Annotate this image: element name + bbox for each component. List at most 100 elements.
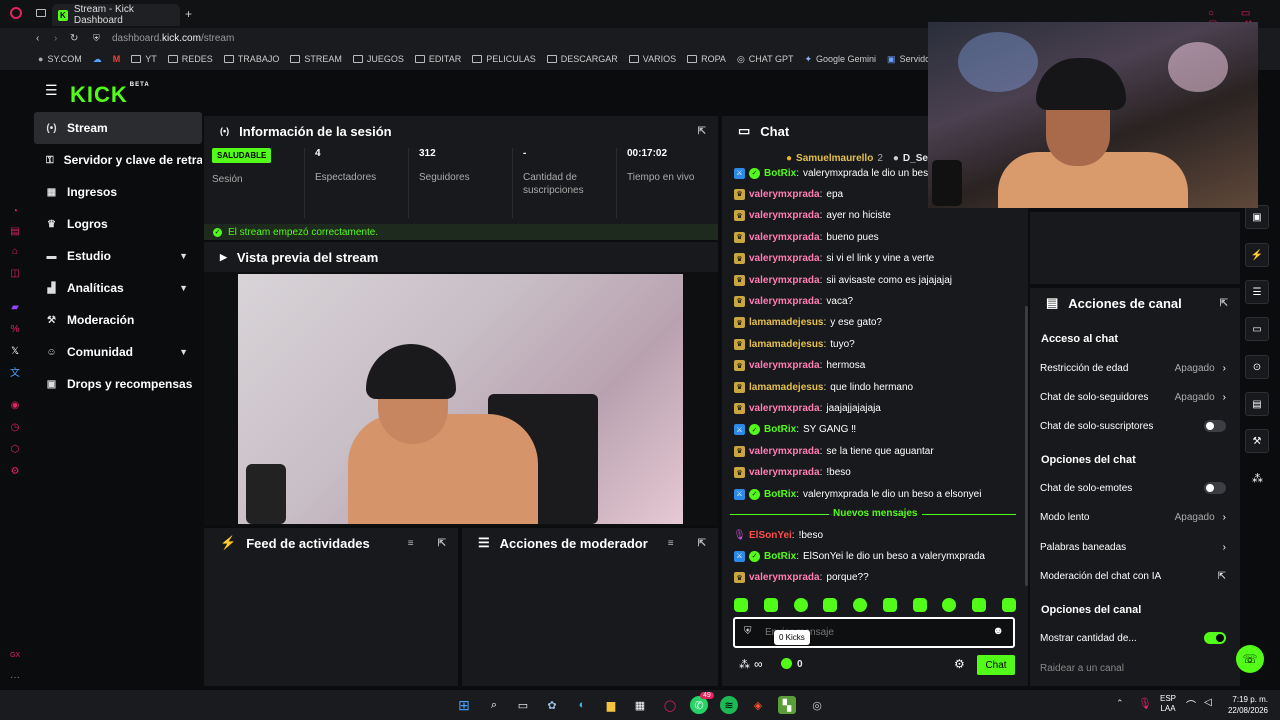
chat-send-button[interactable]: Chat bbox=[977, 655, 1015, 675]
cube-icon[interactable]: ⬡ bbox=[9, 444, 21, 456]
chat-username[interactable]: valerymxprada bbox=[749, 232, 820, 243]
clock[interactable]: 7:19 p. m. 22/08/2026 bbox=[1224, 694, 1268, 716]
chat-username[interactable]: valerymxprada bbox=[749, 403, 820, 414]
chat-scrollbar[interactable] bbox=[1025, 306, 1028, 586]
emote-icon[interactable] bbox=[853, 598, 868, 612]
network-icon[interactable]: ⌒ bbox=[1186, 697, 1196, 712]
filter-icon[interactable]: ≡ bbox=[408, 538, 414, 549]
nav-item-drops[interactable]: ▣ Drops y recompensas bbox=[34, 368, 202, 400]
broadcast-icon[interactable]: ⊙ bbox=[1245, 355, 1269, 379]
chat-icon[interactable]: ▭ bbox=[1245, 317, 1269, 341]
chat-username[interactable]: BotRix bbox=[764, 551, 796, 562]
chat-username[interactable]: valerymxprada bbox=[749, 572, 820, 583]
chat-username[interactable]: valerymxprada bbox=[749, 467, 820, 478]
filter-icon[interactable]: ≡ bbox=[668, 538, 674, 549]
gx-icon[interactable]: GX bbox=[9, 650, 21, 662]
copilot-icon[interactable]: ✿ bbox=[543, 696, 561, 714]
popout-icon[interactable]: ⇱ bbox=[698, 126, 706, 137]
emote-icon[interactable] bbox=[734, 598, 748, 612]
followers-only-row[interactable]: Chat de solo-seguidores Apagado › bbox=[1040, 388, 1226, 406]
bookmark-trabajo[interactable]: TRABAJO bbox=[223, 54, 279, 64]
slow-mode-row[interactable]: Modo lento Apagado › bbox=[1040, 508, 1226, 526]
chat-username[interactable]: valerymxprada bbox=[749, 275, 820, 286]
opera-gx-taskbar-icon[interactable]: ◯ bbox=[661, 696, 679, 714]
chat-message[interactable]: ♛ valerymxprada: hermosa bbox=[734, 358, 865, 374]
chat-message[interactable]: ♛ valerymxprada: porque?? bbox=[734, 570, 869, 586]
chat-message[interactable]: ⚔ ✓ BotRix: valerymxprada le dio un beso bbox=[734, 165, 934, 181]
reload-icon[interactable]: ↻ bbox=[70, 33, 78, 44]
aria-icon[interactable]: ◔ bbox=[9, 206, 21, 218]
chat-message[interactable]: ⚔ ✓ BotRix: valerymxprada le dio un beso a … bbox=[734, 486, 981, 502]
brave-icon[interactable]: ◈ bbox=[749, 696, 767, 714]
nav-item-community[interactable]: ☺ Comunidad ▼ bbox=[34, 336, 202, 368]
bookmark-onedrive[interactable]: ☁ bbox=[93, 54, 102, 65]
chat-message[interactable]: ♛ valerymxprada: epa bbox=[734, 186, 843, 202]
nav-item-moderation[interactable]: ⚒ Moderación bbox=[34, 304, 202, 336]
menu-hamburger-icon[interactable]: ☰ bbox=[45, 82, 58, 99]
twitch-icon[interactable]: ▰ bbox=[9, 302, 21, 314]
edge-icon[interactable]: ◐ bbox=[573, 696, 591, 714]
bookmark-editar[interactable]: EDITAR bbox=[414, 54, 461, 64]
chat-message[interactable]: ♛ valerymxprada: jaajajjajajaja bbox=[734, 400, 881, 416]
new-tab-button[interactable]: + bbox=[185, 7, 192, 21]
chat-message[interactable]: ♛ valerymxprada: si vi el link y vine a ve… bbox=[734, 251, 934, 267]
obs-icon[interactable]: ◎ bbox=[808, 696, 826, 714]
browser-tab-stream[interactable]: K Stream - Kick Dashboard bbox=[52, 4, 180, 26]
popout-icon[interactable]: ⇱ bbox=[698, 538, 706, 549]
bookmark-stream[interactable]: STREAM bbox=[290, 54, 342, 64]
stream-preview-video[interactable] bbox=[238, 274, 683, 524]
bookmark-gemini[interactable]: ✦ Google Gemini bbox=[804, 54, 876, 65]
nav-item-stream[interactable]: (•) Stream bbox=[34, 112, 202, 144]
bookmark-redes[interactable]: REDES bbox=[167, 54, 213, 64]
lightning-icon[interactable]: ⚡ bbox=[1245, 243, 1269, 267]
chat-username[interactable]: valerymxprada bbox=[749, 210, 820, 221]
nav-item-server-key[interactable]: ⚿ Servidor y clave de retransmisión bbox=[34, 144, 202, 176]
chat-message[interactable]: 🎙 ElSonYei: !beso bbox=[733, 527, 823, 543]
chat-message[interactable]: ♛ valerymxprada: bueno pues bbox=[734, 229, 879, 245]
bookmark-chatgpt[interactable]: ◎ CHAT GPT bbox=[737, 54, 794, 65]
nav-item-achievements[interactable]: ♛ Logros bbox=[34, 208, 202, 240]
nav-item-analytics[interactable]: ▟ Analíticas ▼ bbox=[34, 272, 202, 304]
translate-icon[interactable]: 文 bbox=[9, 368, 21, 380]
emote-icon[interactable] bbox=[763, 598, 778, 612]
nav-item-studio[interactable]: ▬ Estudio ▼ bbox=[34, 240, 202, 272]
chat-username[interactable]: BotRix bbox=[764, 489, 796, 500]
community-icon[interactable]: ⁂ bbox=[1252, 472, 1263, 485]
search-icon[interactable]: ⌕ bbox=[485, 696, 503, 714]
emote-icon[interactable] bbox=[1001, 598, 1016, 612]
forward-icon[interactable]: › bbox=[54, 33, 57, 44]
emote-icon[interactable] bbox=[823, 598, 838, 612]
age-restriction-row[interactable]: Restricción de edad Apagado › bbox=[1040, 359, 1226, 377]
emote-icon[interactable] bbox=[912, 598, 927, 612]
nav-item-revenue[interactable]: ▦ Ingresos bbox=[34, 176, 202, 208]
chat-message[interactable]: ♛ valerymxprada: sii avisaste como es jaja… bbox=[734, 272, 952, 288]
briefcase-icon[interactable]: ▤ bbox=[9, 226, 21, 238]
url-field[interactable]: dashboard.kick.com/stream bbox=[112, 33, 234, 44]
x-twitter-icon[interactable]: 𝕏 bbox=[9, 346, 21, 358]
show-count-toggle[interactable] bbox=[1204, 632, 1226, 644]
chat-username[interactable]: ElSonYei bbox=[749, 530, 792, 541]
more-icon[interactable]: ··· bbox=[9, 672, 21, 684]
emotes-only-toggle[interactable] bbox=[1204, 482, 1226, 494]
tab-overview-icon[interactable] bbox=[36, 9, 46, 17]
chat-username[interactable]: valerymxprada bbox=[749, 189, 820, 200]
infinity-icon[interactable]: ∞ bbox=[754, 657, 763, 671]
banned-words-row[interactable]: Palabras baneadas › bbox=[1040, 538, 1226, 556]
messenger-icon[interactable]: ◫ bbox=[9, 268, 21, 280]
layout-icon[interactable]: ▣ bbox=[1245, 205, 1269, 229]
chat-username[interactable]: lamamadejesus bbox=[749, 339, 824, 350]
chat-username[interactable]: valerymxprada bbox=[749, 446, 820, 457]
chat-username[interactable]: lamamadejesus bbox=[749, 317, 824, 328]
opera-logo-icon[interactable] bbox=[10, 7, 22, 19]
bookmark-sycom[interactable]: ● SY.COM bbox=[38, 54, 82, 64]
chat-username[interactable]: BotRix bbox=[764, 168, 796, 179]
bookmark-peliculas[interactable]: PELICULAS bbox=[472, 54, 536, 64]
history-icon[interactable]: ◷ bbox=[9, 422, 21, 434]
bookmark-varios[interactable]: VARIOS bbox=[628, 54, 676, 64]
chat-message[interactable]: ⚔ ✓ BotRix: ElSonYei le dio un beso a valer… bbox=[734, 548, 985, 564]
chat-username[interactable]: BotRix bbox=[764, 424, 796, 435]
settings-icon[interactable]: ⚙ bbox=[9, 466, 21, 478]
chat-message[interactable]: ♛ lamamadejesus: tuyo? bbox=[734, 336, 855, 352]
chat-message[interactable]: ⚔ ✓ BotRix: SY GANG ‼ bbox=[734, 422, 856, 438]
back-icon[interactable]: ‹ bbox=[36, 33, 39, 44]
